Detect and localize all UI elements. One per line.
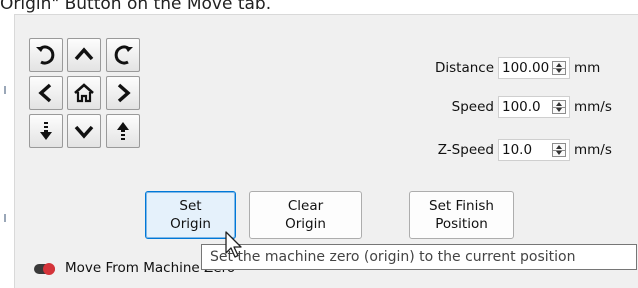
left-edge-marker	[4, 214, 6, 222]
distance-spinner-icon[interactable]	[552, 61, 566, 75]
rotate-cw-button[interactable]	[106, 38, 140, 72]
toggle-knob	[43, 263, 55, 275]
z-speed-row: Z-Speed 10.0 mm/s	[420, 139, 612, 161]
speed-spinner-icon[interactable]	[552, 100, 566, 114]
clear-origin-label-line2: Origin	[285, 216, 326, 232]
home-icon	[74, 83, 94, 103]
set-finish-label-line2: Position	[435, 216, 488, 232]
clear-origin-label-line1: Clear	[287, 198, 324, 214]
set-origin-button[interactable]: Set Origin	[145, 191, 236, 239]
chevron-right-icon	[117, 83, 131, 103]
jog-controls	[29, 38, 140, 148]
set-origin-tooltip: Set the machine zero (origin) to the cur…	[201, 244, 637, 270]
clear-origin-button[interactable]: Clear Origin	[249, 191, 362, 239]
speed-label: Speed	[451, 99, 494, 115]
set-origin-label-line1: Set	[179, 198, 202, 214]
z-speed-value: 10.0	[502, 142, 533, 158]
distance-label: Distance	[434, 60, 494, 76]
distance-value: 100.00	[502, 60, 550, 76]
z-speed-spinner-icon[interactable]	[552, 143, 566, 157]
screenshot: Origin" Button on the Move tab. Distance…	[0, 0, 638, 288]
z-down-arrow-icon	[40, 122, 52, 140]
chevron-left-icon	[38, 83, 52, 103]
rotate-counterclockwise-icon	[36, 45, 55, 65]
z-speed-label: Z-Speed	[437, 142, 494, 158]
speed-row: Speed 100.0 mm/s	[420, 96, 612, 118]
left-edge-marker	[4, 86, 6, 94]
z-speed-field[interactable]: 10.0	[498, 139, 570, 161]
z-speed-unit: mm/s	[574, 142, 612, 158]
move-from-machine-zero-toggle[interactable]	[34, 263, 55, 275]
z-down-button[interactable]	[29, 114, 63, 148]
distance-field[interactable]: 100.00	[498, 57, 570, 79]
chevron-down-icon	[74, 125, 94, 139]
move-up-button[interactable]	[67, 38, 101, 72]
rotate-clockwise-icon	[114, 45, 133, 65]
z-up-button[interactable]	[106, 114, 140, 148]
speed-unit: mm/s	[574, 99, 612, 115]
chevron-up-icon	[74, 47, 94, 61]
move-left-button[interactable]	[29, 76, 63, 110]
distance-row: Distance 100.00 mm	[420, 57, 600, 79]
speed-field[interactable]: 100.0	[498, 96, 570, 118]
mouse-pointer-icon	[225, 231, 242, 258]
move-right-button[interactable]	[106, 76, 140, 110]
speed-value: 100.0	[502, 99, 541, 115]
home-button[interactable]	[67, 76, 101, 110]
z-up-arrow-icon	[117, 122, 129, 140]
set-finish-label-line1: Set Finish	[429, 198, 494, 214]
caption-text: Origin" Button on the Move tab.	[0, 0, 272, 14]
set-origin-label-line2: Origin	[170, 216, 211, 232]
rotate-ccw-button[interactable]	[29, 38, 63, 72]
set-finish-position-button[interactable]: Set Finish Position	[409, 191, 514, 239]
distance-unit: mm	[574, 60, 601, 76]
move-down-button[interactable]	[67, 114, 101, 148]
